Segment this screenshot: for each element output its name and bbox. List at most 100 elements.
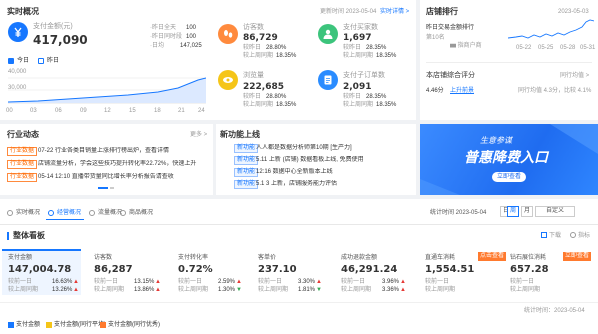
updates-title: 新功能上线 (220, 130, 260, 139)
kpi-cmp: 较上周同期 (341, 287, 372, 293)
tab-active-underline (46, 219, 84, 220)
kpi-label: 访客数 (94, 255, 113, 261)
notice-tag: 行业数据 (7, 160, 38, 169)
arrow-down-icon: ▼ (316, 287, 322, 293)
side-stat-label: ·昨日全天 (150, 25, 176, 31)
x-axis-label: 00 (6, 108, 13, 114)
kpi-label: 成功退款金额 (341, 255, 378, 261)
kpi-pct: 13.26% (52, 287, 73, 293)
kpi-badge[interactable]: 点击查看 (478, 252, 507, 261)
metric-cmp: 较上周同期 (343, 53, 374, 59)
ranking-mid-right[interactable]: 同行均值 > (560, 72, 589, 80)
kpi-pct: 16.63% (52, 279, 73, 285)
side-stat-value: 147,025 (180, 43, 202, 49)
ranking-card: 店铺排行 2023-05-03 昨日交易金额排行 第10名 ▅ 指商户商 05-… (420, 0, 598, 120)
arrow-up-icon: ▲ (155, 279, 161, 285)
ranking-mid-value: 4.46分 (426, 88, 444, 94)
metric-pct: 28.80% (266, 45, 287, 51)
kpi-value: 1,554.51 (425, 264, 475, 275)
update-item[interactable]: 5.1 3 上新，店铺服务能力评估 (256, 180, 412, 188)
overview-title-bar (7, 232, 9, 240)
date-button-custom[interactable]: 自定义 (535, 206, 575, 217)
updates-card: 新功能上线 新功能 人人都是数据分析师第10期 [生产力] 新功能 5.11 上… (216, 124, 416, 195)
metric-value: 222,685 (243, 82, 284, 92)
ranking-date: 2023-05-03 (558, 9, 589, 15)
x-axis-label: 15 (129, 108, 136, 114)
metric-pct: 18.35% (376, 53, 397, 59)
metric-pct: 28.80% (266, 94, 287, 100)
realtime-card: 实时概况 更新时间 2023-05-04 实时详情 > 支付金额(元) 417,… (0, 0, 416, 120)
tab-icon (120, 210, 126, 216)
tab-traffic[interactable]: 流量概况 (98, 209, 122, 217)
kpi-cmp: 较上周同期 (258, 287, 289, 293)
kpi-cmp: 较前一日 (8, 279, 33, 285)
pager-dot[interactable] (98, 187, 108, 189)
ranking-rank: 第10名 (426, 35, 445, 41)
ranking-sparkline (508, 19, 594, 39)
legend-swatch (100, 322, 106, 328)
notice-more-link[interactable]: 更多 > (190, 131, 207, 139)
overview-action-download[interactable]: 下载 (549, 232, 561, 240)
tab-icon (89, 210, 95, 216)
kpi-cmp: 较上周同期 (8, 287, 39, 293)
divider (426, 62, 592, 63)
metric-pct: 18.35% (276, 53, 297, 59)
legend-swatch (8, 322, 14, 328)
side-stat-label: ·昨日同时段 (150, 34, 182, 40)
banner-button[interactable]: 立即查看 (492, 172, 527, 182)
update-item[interactable]: 人人都是数据分析师第10期 [生产力] (256, 144, 412, 152)
metric-pct: 18.35% (376, 102, 397, 108)
download-icon[interactable] (541, 232, 547, 238)
promo-banner[interactable]: 生意参谋 普惠降费入口 立即查看 (420, 124, 598, 195)
legend-today: 今日 (17, 58, 30, 64)
update-tag: 新功能 (234, 180, 259, 189)
metric-pct: 28.35% (366, 45, 387, 51)
date-button-month[interactable]: 月 (521, 206, 533, 217)
metric-cmp: 较昨日 (343, 94, 362, 100)
legend-label: 支付金额(同行平均) (54, 322, 106, 328)
kpi-cmp: 较上周同期 (178, 287, 209, 293)
kpi-value: 237.10 (258, 264, 297, 275)
update-item[interactable]: 12:16 数据中心全新版本上线 (256, 168, 412, 176)
tab-business[interactable]: 经营概况 (57, 209, 81, 217)
kpi-pct: 2.59% (218, 279, 236, 285)
overview-title: 整体看板 (13, 231, 45, 240)
overview-action-metrics[interactable]: 指标 (578, 232, 590, 240)
kpi-pct: 3.96% (382, 279, 400, 285)
ranking-store: ▅ 指商户商 (450, 43, 482, 49)
update-tag: 新功能 (234, 144, 259, 153)
notice-item[interactable]: 05-14 12:10 直播带货量同比增长率分析报告请查收 (38, 173, 208, 181)
notice-item[interactable]: 店铺流量分析，学会这些技巧提升转化率22.72%，快速上升 (38, 160, 208, 168)
x-axis-label: 21 (178, 108, 185, 114)
metric-value: 2,091 (343, 82, 372, 92)
side-stat-value: 100 (186, 34, 197, 40)
tab-realtime[interactable]: 实时概况 (16, 209, 40, 217)
kpi-cmp: 较上周同期 (94, 287, 125, 293)
ranking-mid-sub: 同行均值 4.3分，比较 4.1% (518, 88, 592, 94)
tab-goods[interactable]: 商品概况 (129, 209, 153, 217)
notice-item[interactable]: 07-22 行业各类目销量上涨排行榜出炉，查看详情 (38, 147, 208, 155)
x-axis-label: 03 (30, 108, 37, 114)
users-icon (318, 24, 338, 44)
update-item[interactable]: 5.11 上新 (店铺) 数据看板上线, 免费使用 (256, 156, 412, 164)
divider (0, 302, 598, 303)
update-time: 更新时间 2023-05-04 (320, 9, 377, 15)
ranking-x-label: 05-31 (580, 45, 596, 51)
kpi-badge[interactable]: 立即查看 (563, 252, 592, 261)
settings-icon[interactable] (570, 232, 576, 238)
metric-cmp: 较上周同期 (343, 102, 374, 108)
kpi-value: 147,004.78 (8, 264, 72, 275)
ranking-title: 店铺排行 (426, 7, 458, 16)
main-panel (0, 199, 598, 334)
legend-yesterday-swatch (38, 58, 44, 64)
date-button-week[interactable]: 周 (507, 206, 519, 217)
arrow-up-icon: ▲ (316, 279, 322, 285)
pager-dot[interactable] (110, 187, 114, 189)
kpi-cmp: 较前一日 (94, 279, 119, 285)
kpi-label: 支付金额 (8, 255, 33, 261)
kpi-pct: 1.81% (298, 287, 316, 293)
metric-value: 1,697 (343, 33, 372, 43)
realtime-trend-chart (8, 77, 206, 104)
ranking-mid-link[interactable]: 上升前景 (450, 87, 474, 95)
realtime-detail-link[interactable]: 实时详情 > (380, 8, 409, 16)
